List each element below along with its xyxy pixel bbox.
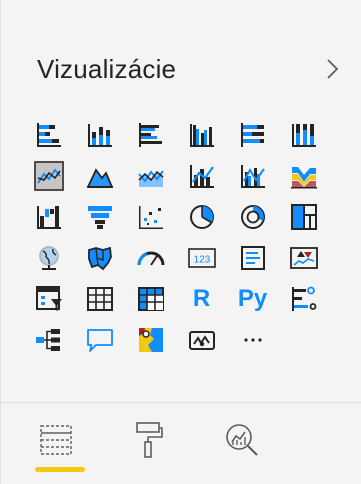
visual-map[interactable]: [23, 237, 74, 278]
visual-stacked-bar[interactable]: [23, 114, 74, 155]
visual-key-influencers[interactable]: [278, 278, 329, 319]
qa-icon: [86, 328, 113, 352]
visual-multi-row-card[interactable]: [227, 237, 278, 278]
visual-card[interactable]: 123: [176, 237, 227, 278]
pane-title: Vizualizácie: [37, 53, 177, 84]
visual-arcgis[interactable]: [125, 319, 176, 360]
visual-scatter[interactable]: [125, 196, 176, 237]
fields-tab-icon: [40, 425, 72, 455]
more-visuals-icon: [243, 337, 262, 342]
visualizations-pane: Vizualizácie 123 R Py: [0, 0, 361, 484]
visual-donut[interactable]: [227, 196, 278, 237]
tab-analytics[interactable]: [209, 414, 275, 466]
filled-map-icon: [87, 246, 112, 270]
visual-decomposition-tree[interactable]: [23, 319, 74, 360]
visual-waterfall[interactable]: [23, 196, 74, 237]
visual-python[interactable]: Py: [227, 278, 278, 319]
visual-line[interactable]: [23, 155, 74, 196]
svg-text:123: 123: [193, 254, 210, 265]
visual-stacked-area[interactable]: [125, 155, 176, 196]
pane-header: Vizualizácie: [37, 44, 345, 94]
visual-gallery: 123 R Py: [23, 114, 329, 360]
kpi-icon: [289, 246, 318, 269]
collapse-pane-button[interactable]: [321, 57, 345, 81]
ribbon-chart-icon: [290, 166, 317, 188]
scatter-chart-icon: [138, 205, 163, 229]
visual-funnel[interactable]: [74, 196, 125, 237]
slicer-icon: [35, 285, 62, 311]
pane-tabs: [23, 410, 275, 472]
visual-pie[interactable]: [176, 196, 227, 237]
power-apps-icon: [188, 330, 215, 350]
pane-divider: [1, 402, 361, 403]
table-icon: [86, 286, 113, 311]
line-and-stacked-column-chart-icon: [189, 164, 214, 188]
key-influencers-icon: [291, 286, 316, 311]
format-tab-icon: [136, 422, 163, 458]
visual-line-stacked-column[interactable]: [176, 155, 227, 196]
matrix-icon: [137, 286, 164, 311]
treemap-icon: [290, 203, 317, 230]
funnel-chart-icon: [87, 205, 112, 229]
visual-r-script[interactable]: R: [176, 278, 227, 319]
visual-more[interactable]: [227, 319, 278, 360]
stacked-area-chart-icon: [137, 169, 164, 187]
donut-chart-icon: [240, 204, 265, 229]
multi-row-card-icon: [240, 245, 265, 270]
visual-area[interactable]: [74, 155, 125, 196]
visual-100-stacked-column[interactable]: [278, 114, 329, 155]
visual-table[interactable]: [74, 278, 125, 319]
visual-ribbon[interactable]: [278, 155, 329, 196]
analytics-tab-icon: [226, 424, 258, 456]
line-and-clustered-column-chart-icon: [240, 164, 265, 188]
visual-slicer[interactable]: [23, 278, 74, 319]
pie-chart-icon: [189, 204, 214, 229]
visual-power-apps[interactable]: [176, 319, 227, 360]
visual-matrix[interactable]: [125, 278, 176, 319]
visual-treemap[interactable]: [278, 196, 329, 237]
area-chart-icon: [86, 167, 113, 188]
stacked-bar-chart-icon: [36, 122, 61, 147]
visual-clustered-column[interactable]: [176, 114, 227, 155]
visual-filled-map[interactable]: [74, 237, 125, 278]
visual-gauge[interactable]: [125, 237, 176, 278]
arcgis-map-icon: [138, 327, 163, 352]
visual-clustered-bar[interactable]: [125, 114, 176, 155]
visual-kpi[interactable]: [278, 237, 329, 278]
stacked-column-chart-icon: [87, 123, 112, 147]
card-icon: 123: [187, 247, 216, 268]
clustered-column-chart-icon: [189, 123, 214, 147]
tab-fields[interactable]: [23, 414, 89, 472]
map-icon: [38, 245, 59, 270]
tab-format[interactable]: [116, 414, 182, 466]
visual-line-clustered-column[interactable]: [227, 155, 278, 196]
100-percent-stacked-column-chart-icon: [291, 123, 316, 147]
100-percent-stacked-bar-chart-icon: [240, 122, 264, 147]
line-chart-icon: [33, 160, 64, 191]
decomposition-tree-icon: [35, 328, 60, 351]
r-script-visual-icon: R: [192, 284, 211, 312]
clustered-bar-chart-icon: [138, 122, 162, 147]
python-visual-icon: Py: [237, 284, 268, 312]
visual-qa[interactable]: [74, 319, 125, 360]
visual-100-stacked-bar[interactable]: [227, 114, 278, 155]
visual-stacked-column[interactable]: [74, 114, 125, 155]
waterfall-chart-icon: [36, 205, 61, 229]
chevron-right-icon: [327, 59, 339, 79]
gauge-icon: [137, 251, 164, 266]
